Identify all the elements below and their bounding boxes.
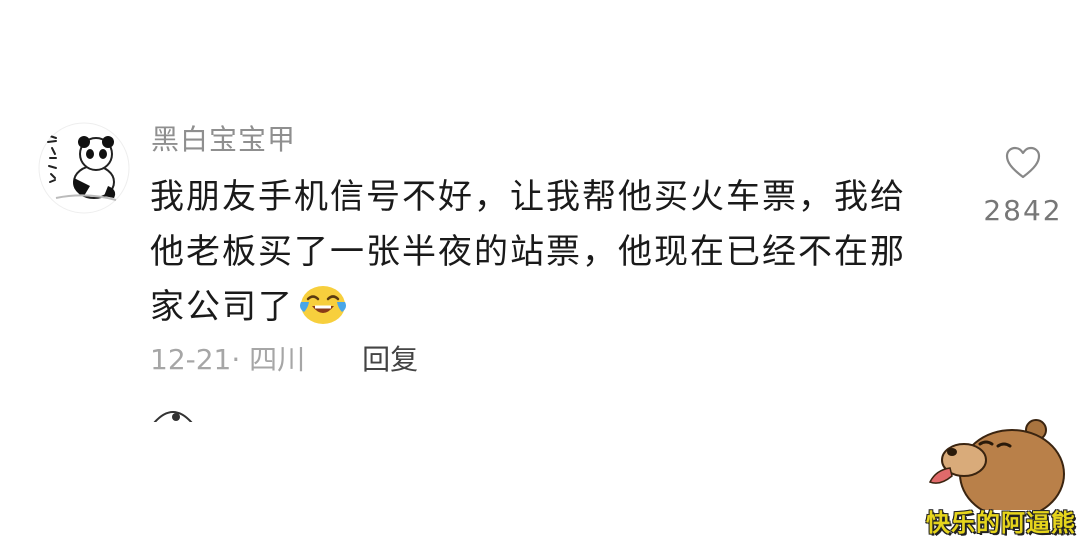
panda-avatar-icon: [38, 122, 130, 214]
comment-line: 他老板买了一张半夜的站票，他现在已经不在那: [150, 232, 906, 272]
bear-mascot-icon: [928, 419, 1065, 510]
comment-line: 我朋友手机信号不好，让我帮他买火车票，我给: [150, 177, 906, 217]
username[interactable]: 黑白宝宝甲: [151, 122, 296, 158]
laughing-crying-emoji-icon: [298, 282, 348, 326]
reply-button[interactable]: 回复: [362, 340, 418, 380]
date-location: 12-21· 四川: [150, 343, 306, 376]
comment-line-text: 家公司了: [150, 287, 294, 327]
watermark-text: 快乐的阿逼熊: [926, 508, 1076, 537]
next-comment-avatar[interactable]: [152, 408, 194, 422]
watermark: 快乐的阿逼熊: [890, 410, 1080, 540]
user-avatar[interactable]: [38, 122, 130, 214]
like-count: 2842: [983, 194, 1063, 227]
comment-text: 我朋友手机信号不好，让我帮他买火车票，我给 他老板买了一张半夜的站票，他现在已经…: [150, 170, 960, 335]
comment-line: 家公司了: [150, 280, 960, 335]
comment-meta: 12-21· 四川 回复: [150, 340, 418, 380]
comment-item: 黑白宝宝甲 我朋友手机信号不好，让我帮他买火车票，我给 他老板买了一张半夜的站票…: [0, 0, 1080, 420]
heart-icon[interactable]: [1005, 146, 1041, 180]
avatar-icon: [153, 411, 193, 422]
like-control[interactable]: 2842: [978, 146, 1068, 227]
